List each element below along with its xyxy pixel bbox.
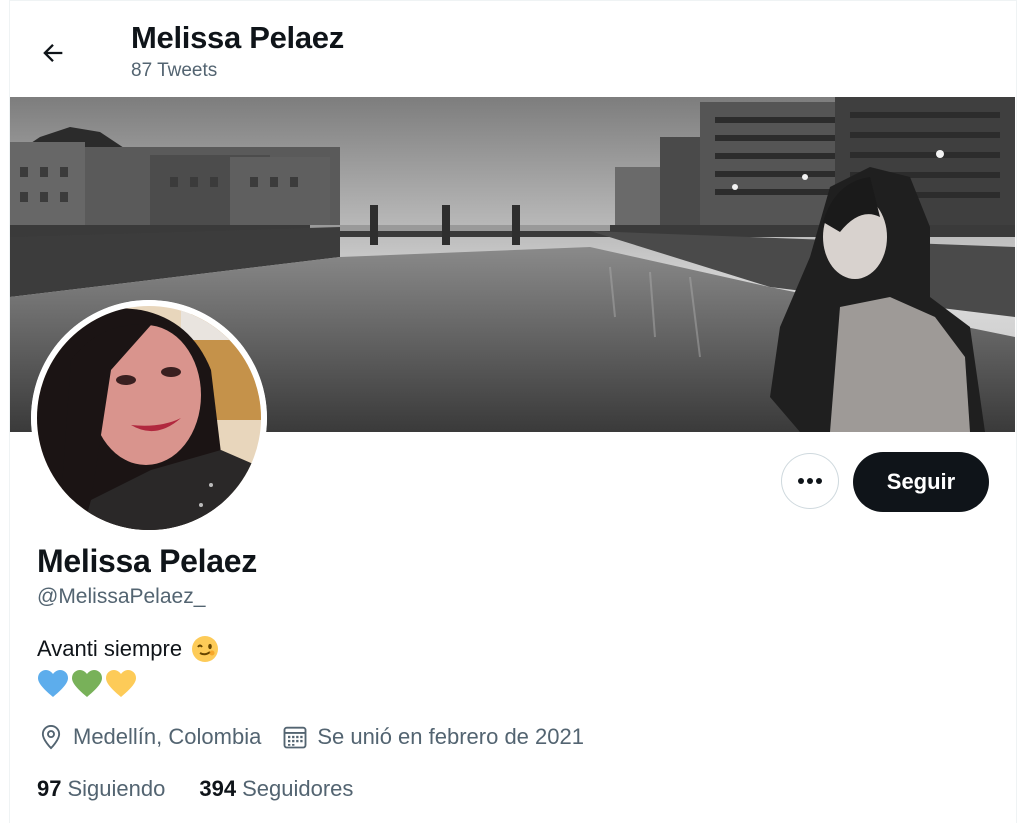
green-heart-icon: [72, 670, 102, 697]
profile-display-name: Melissa Pelaez: [37, 543, 257, 579]
profile-meta: Medellín, Colombia Se unió en febrero de…: [37, 720, 584, 754]
header-tweet-count: 87 Tweets: [131, 60, 218, 81]
location-item: Medellín, Colombia: [37, 723, 261, 751]
back-button[interactable]: [32, 34, 74, 72]
yellow-heart-icon: [106, 670, 136, 697]
profile-avatar[interactable]: [31, 300, 267, 536]
more-options-button[interactable]: [781, 453, 839, 509]
followers-label: Seguidores: [242, 776, 354, 801]
following-count: 97: [37, 776, 62, 801]
follow-button[interactable]: Seguir: [853, 452, 989, 512]
winking-face-emoji-icon: [192, 636, 219, 662]
header-title: Melissa Pelaez: [131, 20, 344, 55]
following-link[interactable]: 97 Siguiendo: [37, 776, 165, 802]
bio-hearts: [37, 668, 137, 700]
profile-stats: 97 Siguiendo 394 Seguidores: [37, 774, 353, 804]
join-date-text: Se unió en febrero de 2021: [317, 724, 584, 749]
profile-handle: @MelissaPelaez_: [37, 585, 206, 608]
location-text: Medellín, Colombia: [73, 724, 262, 749]
join-date-item: Se unió en febrero de 2021: [281, 723, 584, 751]
arrow-left-icon: [43, 44, 63, 62]
calendar-icon: [283, 726, 307, 749]
location-pin-icon: [41, 724, 61, 750]
followers-count: 394: [199, 776, 237, 801]
following-label: Siguiendo: [67, 776, 166, 801]
avatar-photo: [31, 300, 267, 536]
blue-heart-icon: [38, 670, 68, 697]
more-horizontal-icon: [798, 478, 822, 484]
bio-text: Avanti siempre: [37, 636, 183, 661]
followers-link[interactable]: 394 Seguidores: [199, 776, 353, 802]
profile-bio: Avanti siempre: [37, 634, 220, 664]
